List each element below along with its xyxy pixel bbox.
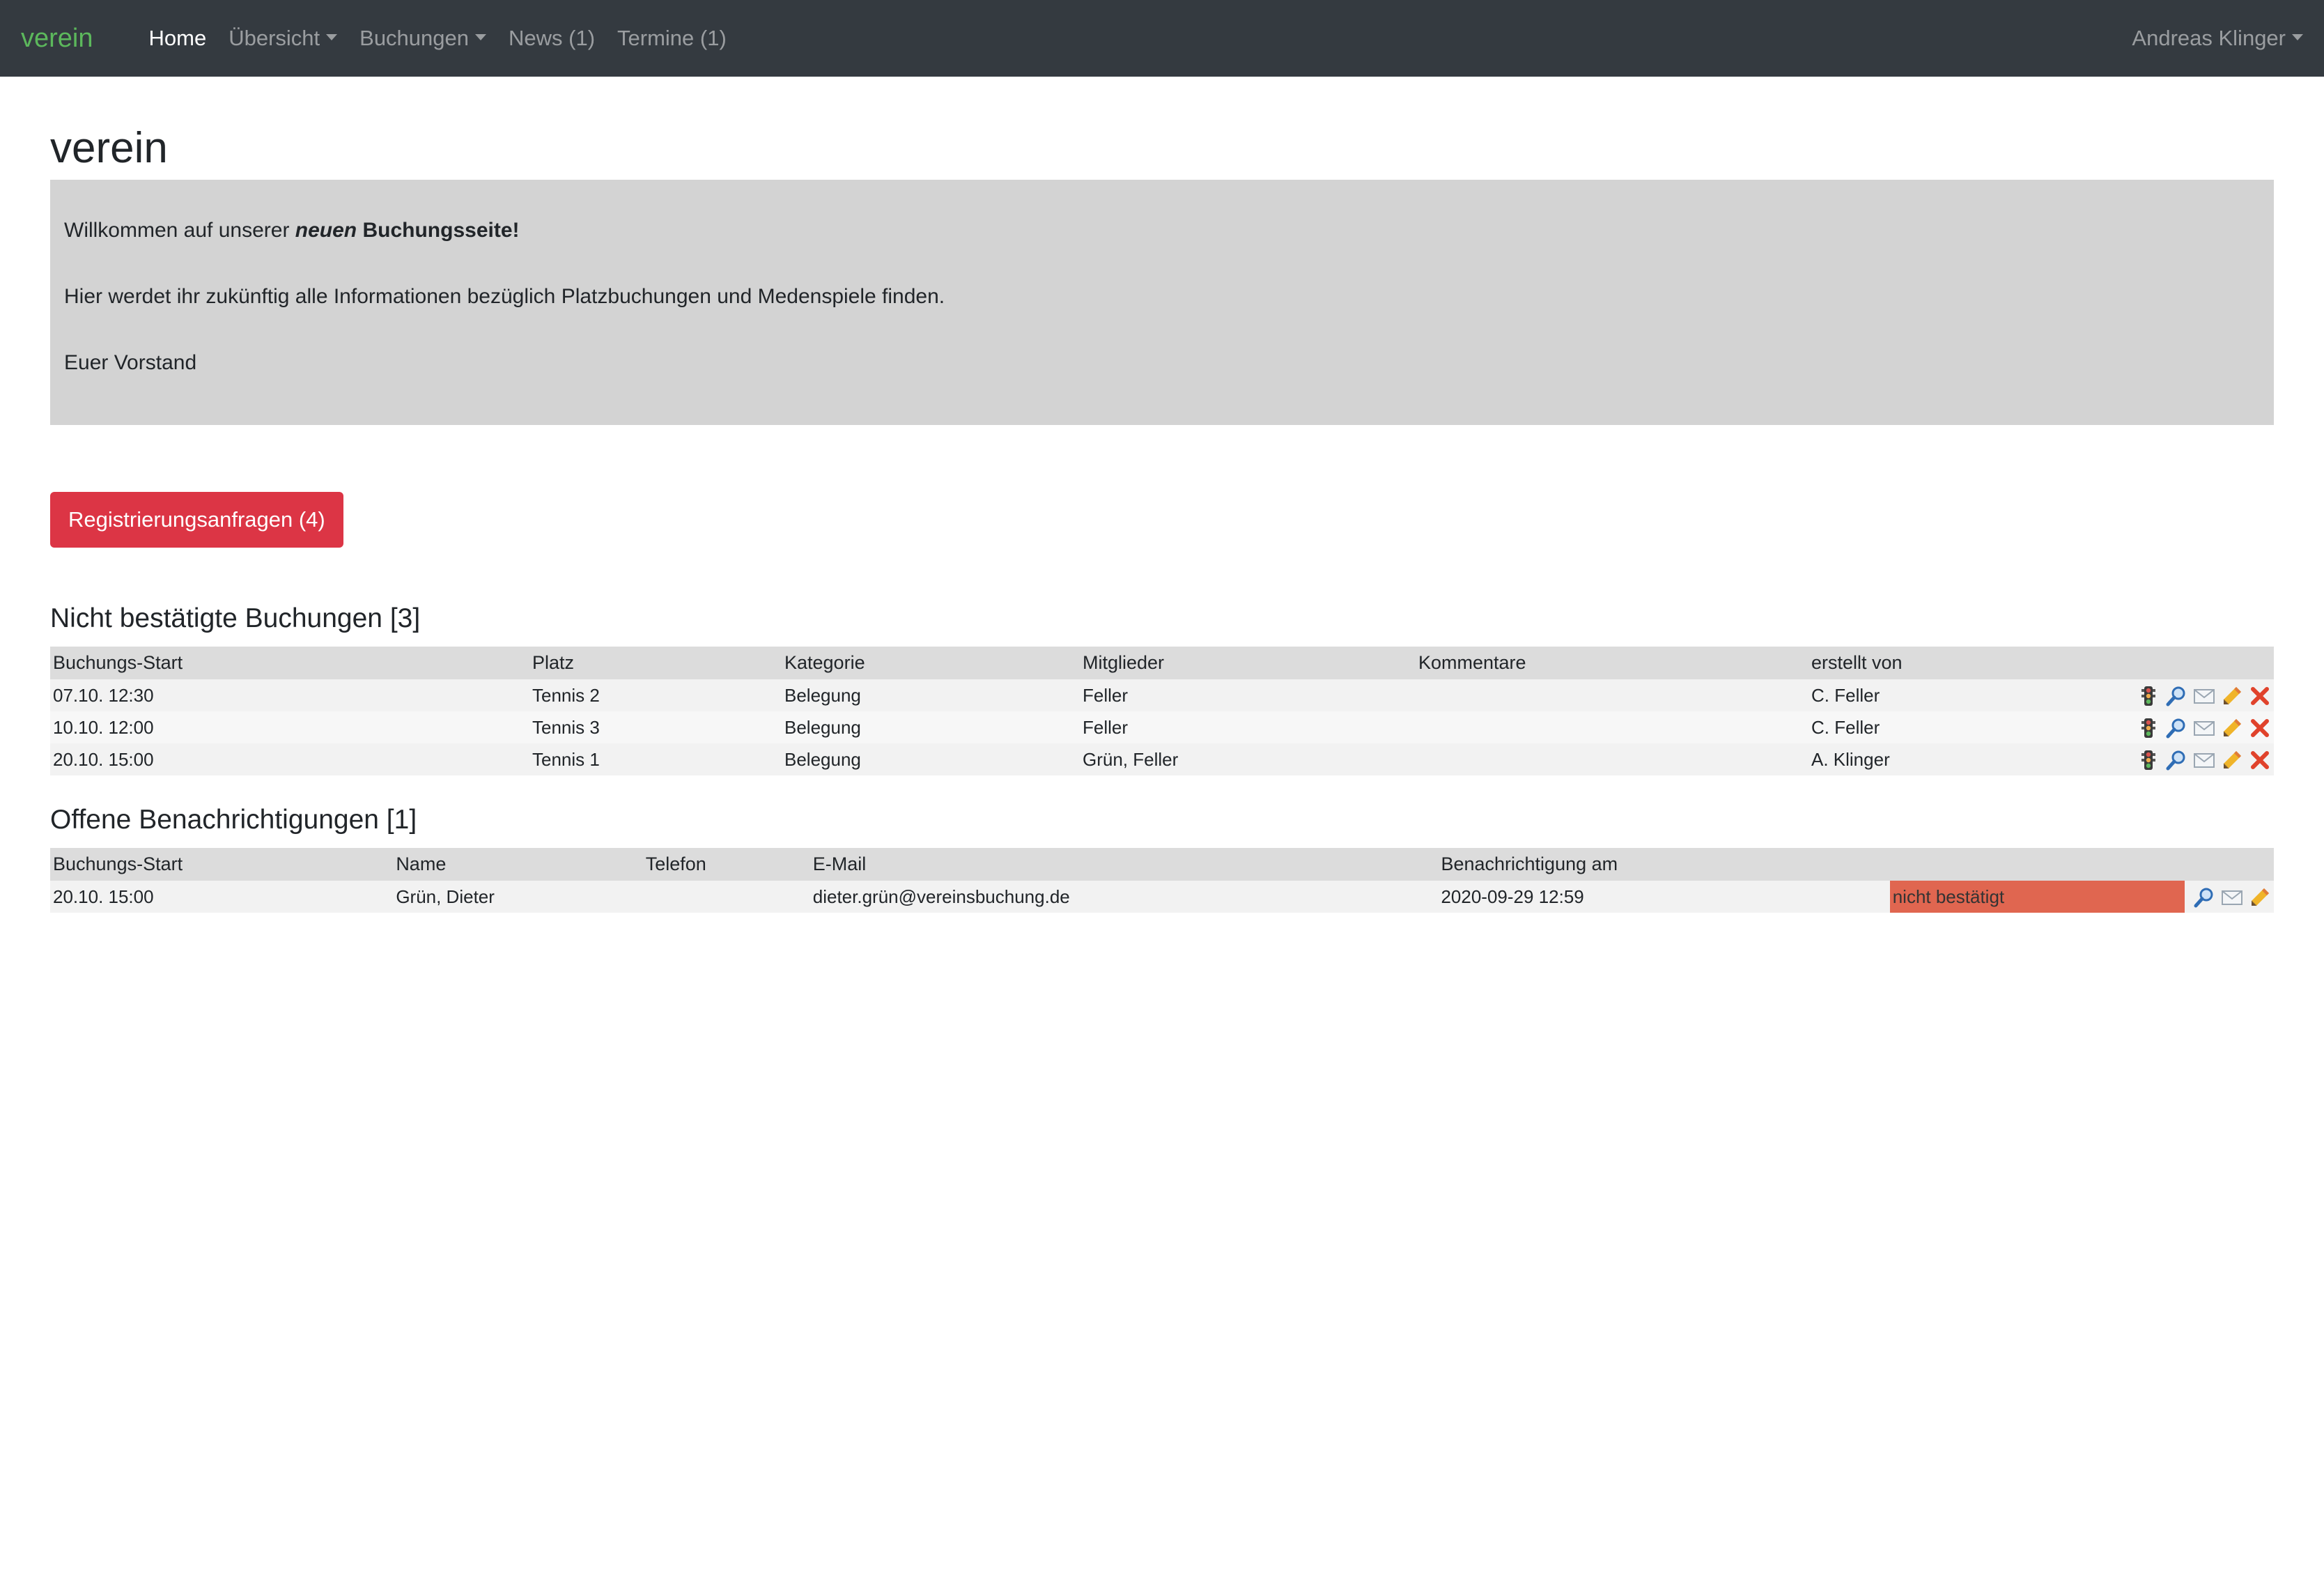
welcome-line-2: Hier werdet ihr zukünftig alle Informati…: [64, 285, 945, 308]
pencil-icon[interactable]: [2221, 749, 2243, 771]
nav-news-label: News (1): [509, 26, 596, 50]
user-name: Andreas Klinger: [2132, 26, 2286, 50]
nav-news[interactable]: News (1): [509, 26, 595, 51]
cell-start: 07.10. 12:30: [50, 679, 529, 711]
page-title: verein: [50, 124, 168, 172]
nav-uebersicht[interactable]: Übersicht: [228, 26, 338, 51]
unconfirmed-bookings-title: Nicht bestätigte Buchungen [3]: [50, 603, 421, 633]
col-platz[interactable]: Platz: [529, 647, 782, 679]
col-buchungs-start[interactable]: Buchungs-Start: [50, 848, 394, 881]
col-email[interactable]: E-Mail: [809, 848, 1439, 881]
envelope-icon[interactable]: [2193, 749, 2215, 771]
open-notifications-table: Buchungs-Start Name Telefon E-Mail Benac…: [50, 848, 2274, 913]
delete-x-icon[interactable]: [2249, 717, 2271, 739]
pencil-icon[interactable]: [2249, 886, 2271, 909]
traffic-light-icon[interactable]: [2137, 749, 2160, 771]
nav-home-label: Home: [148, 26, 207, 50]
table-header-row: Buchungs-Start Name Telefon E-Mail Benac…: [50, 848, 2274, 881]
envelope-icon[interactable]: [2221, 886, 2243, 909]
magnifier-icon[interactable]: [2165, 685, 2187, 707]
cell-erstellt: A. Klinger: [1808, 743, 1995, 775]
cell-start: 20.10. 15:00: [50, 881, 394, 913]
col-name[interactable]: Name: [393, 848, 643, 881]
cell-start: 20.10. 15:00: [50, 743, 529, 775]
unconfirmed-bookings-table: Buchungs-Start Platz Kategorie Mitgliede…: [50, 647, 2274, 775]
cell-kategorie: Belegung: [782, 679, 1080, 711]
cell-platz: Tennis 2: [529, 679, 782, 711]
cell-kommentare: [1416, 679, 1808, 711]
col-kategorie[interactable]: Kategorie: [782, 647, 1080, 679]
registration-requests-button[interactable]: Registrierungsanfragen (4): [50, 492, 343, 548]
row-actions: [1994, 711, 2274, 743]
nav-home[interactable]: Home: [149, 26, 207, 51]
cell-datum: 2020-09-29 12:59: [1438, 881, 1890, 913]
cell-name: Grün, Dieter: [393, 881, 643, 913]
welcome-signature: Euer Vorstand: [64, 351, 197, 374]
caret-down-icon: [2292, 33, 2303, 40]
envelope-icon[interactable]: [2193, 685, 2215, 707]
cell-kommentare: [1416, 711, 1808, 743]
nav-uebersicht-label: Übersicht: [228, 26, 320, 50]
row-actions: [1994, 743, 2274, 775]
pencil-icon[interactable]: [2221, 685, 2243, 707]
top-navbar: verein Home Übersicht Buchungen News (1)…: [0, 0, 2324, 77]
row-actions: [1994, 679, 2274, 711]
cell-mitglieder: Grün, Feller: [1080, 743, 1416, 775]
magnifier-icon[interactable]: [2193, 886, 2215, 909]
cell-mitglieder: Feller: [1080, 679, 1416, 711]
brand-logo[interactable]: verein: [21, 24, 93, 54]
table-row: 20.10. 15:00 Tennis 1 Belegung Grün, Fel…: [50, 743, 2274, 775]
traffic-light-icon[interactable]: [2137, 685, 2160, 707]
magnifier-icon[interactable]: [2165, 749, 2187, 771]
table-row: 07.10. 12:30 Tennis 2 Belegung Feller C.…: [50, 679, 2274, 711]
magnifier-icon[interactable]: [2165, 717, 2187, 739]
caret-down-icon: [326, 33, 338, 40]
nav-termine[interactable]: Termine (1): [617, 26, 727, 51]
nav-termine-label: Termine (1): [617, 26, 727, 50]
welcome-line-1: Willkommen auf unserer neuen Buchungssei…: [64, 219, 520, 242]
cell-kategorie: Belegung: [782, 711, 1080, 743]
nav-buchungen[interactable]: Buchungen: [359, 26, 487, 51]
col-telefon[interactable]: Telefon: [642, 848, 810, 881]
cell-telefon: [642, 881, 810, 913]
cell-email: dieter.grün@vereinsbuchung.de: [809, 881, 1439, 913]
traffic-light-icon[interactable]: [2137, 717, 2160, 739]
cell-kategorie: Belegung: [782, 743, 1080, 775]
envelope-icon[interactable]: [2193, 717, 2215, 739]
nav-buchungen-label: Buchungen: [359, 26, 470, 50]
col-buchungs-start[interactable]: Buchungs-Start: [50, 647, 529, 679]
delete-x-icon[interactable]: [2249, 685, 2271, 707]
table-row: 20.10. 15:00 Grün, Dieter dieter.grün@ve…: [50, 881, 2274, 913]
cell-erstellt: C. Feller: [1808, 679, 1995, 711]
open-notifications-title: Offene Benachrichtigungen [1]: [50, 805, 417, 835]
status-badge: nicht bestätigt: [1889, 881, 2185, 913]
caret-down-icon: [475, 33, 487, 40]
cell-status: nicht bestätigt: [1889, 881, 2185, 913]
cell-platz: Tennis 3: [529, 711, 782, 743]
col-actions: [2185, 848, 2274, 881]
table-header-row: Buchungs-Start Platz Kategorie Mitgliede…: [50, 647, 2274, 679]
pencil-icon[interactable]: [2221, 717, 2243, 739]
col-kommentare[interactable]: Kommentare: [1416, 647, 1808, 679]
welcome-box: Willkommen auf unserer neuen Buchungssei…: [50, 180, 2274, 425]
col-erstellt-von[interactable]: erstellt von: [1808, 647, 1995, 679]
col-benachrichtigung-am[interactable]: Benachrichtigung am: [1438, 848, 1890, 881]
col-mitglieder[interactable]: Mitglieder: [1080, 647, 1416, 679]
main-content: verein Willkommen auf unserer neuen Buch…: [0, 127, 2324, 913]
table-row: 10.10. 12:00 Tennis 3 Belegung Feller C.…: [50, 711, 2274, 743]
cell-platz: Tennis 1: [529, 743, 782, 775]
cell-erstellt: C. Feller: [1808, 711, 1995, 743]
cell-kommentare: [1416, 743, 1808, 775]
cell-start: 10.10. 12:00: [50, 711, 529, 743]
cell-mitglieder: Feller: [1080, 711, 1416, 743]
col-status: [1889, 848, 2185, 881]
col-actions: [1994, 647, 2274, 679]
main-nav: Home Übersicht Buchungen News (1) Termin…: [149, 26, 749, 51]
row-actions: [2185, 881, 2274, 913]
delete-x-icon[interactable]: [2249, 749, 2271, 771]
user-menu[interactable]: Andreas Klinger: [2132, 26, 2303, 51]
